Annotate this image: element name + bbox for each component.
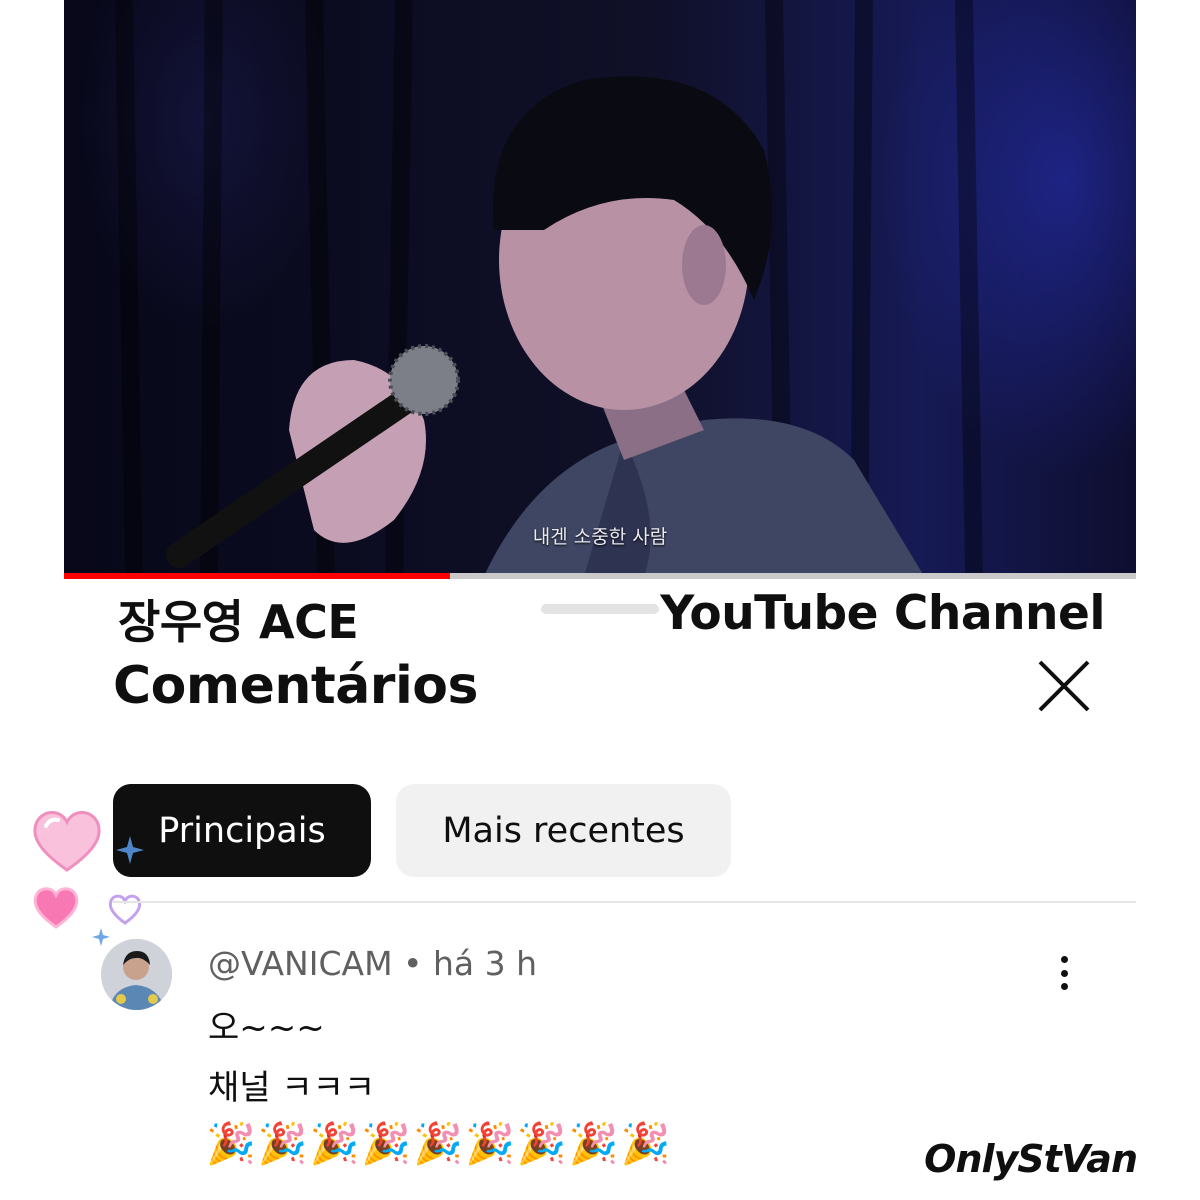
video-subtitle: 내겐 소중한 사람 — [532, 526, 668, 548]
filter-chip-principais[interactable]: Principais — [113, 784, 371, 877]
heart-sticker-icon — [33, 811, 101, 872]
filter-chip-mais-recentes[interactable]: Mais recentes — [396, 784, 731, 877]
comment-emoji-line: 🎉🎉🎉🎉🎉🎉🎉🎉🎉 — [206, 1121, 673, 1167]
close-button[interactable] — [1030, 652, 1098, 720]
comment-author[interactable]: @VANICAM — [208, 944, 393, 983]
video-player[interactable]: 내겐 소중한 사람 — [64, 0, 1136, 576]
overlay-youtube-channel: YouTube Channel — [660, 586, 1105, 641]
sheet-drag-handle[interactable] — [541, 604, 659, 614]
watermark: OnlyStVan — [924, 1137, 1138, 1181]
more-vert-icon — [1060, 956, 1068, 963]
sparkle-star-icon — [116, 836, 144, 864]
close-icon — [1038, 660, 1090, 712]
comment-time: há 3 h — [433, 944, 538, 983]
video-frame — [115, 0, 983, 576]
meta-separator: • — [392, 944, 433, 983]
comment-line-1: 오~~~ — [208, 1008, 325, 1048]
comments-title: Comentários — [113, 656, 478, 716]
sparkle-small-icon — [92, 928, 110, 946]
user-avatar-icon — [101, 939, 172, 1010]
comment-line-2: 채널 ㅋㅋㅋ — [208, 1068, 376, 1108]
heart-outline-sticker-icon — [108, 894, 142, 925]
comment-more-button[interactable] — [1046, 950, 1082, 996]
heart-sticker-small-icon — [33, 887, 79, 929]
section-divider — [113, 901, 1136, 903]
avatar[interactable] — [101, 939, 172, 1010]
comment-meta: @VANICAM • há 3 h — [208, 944, 537, 983]
overlay-channel-name: 장우영 ACE — [118, 595, 359, 649]
